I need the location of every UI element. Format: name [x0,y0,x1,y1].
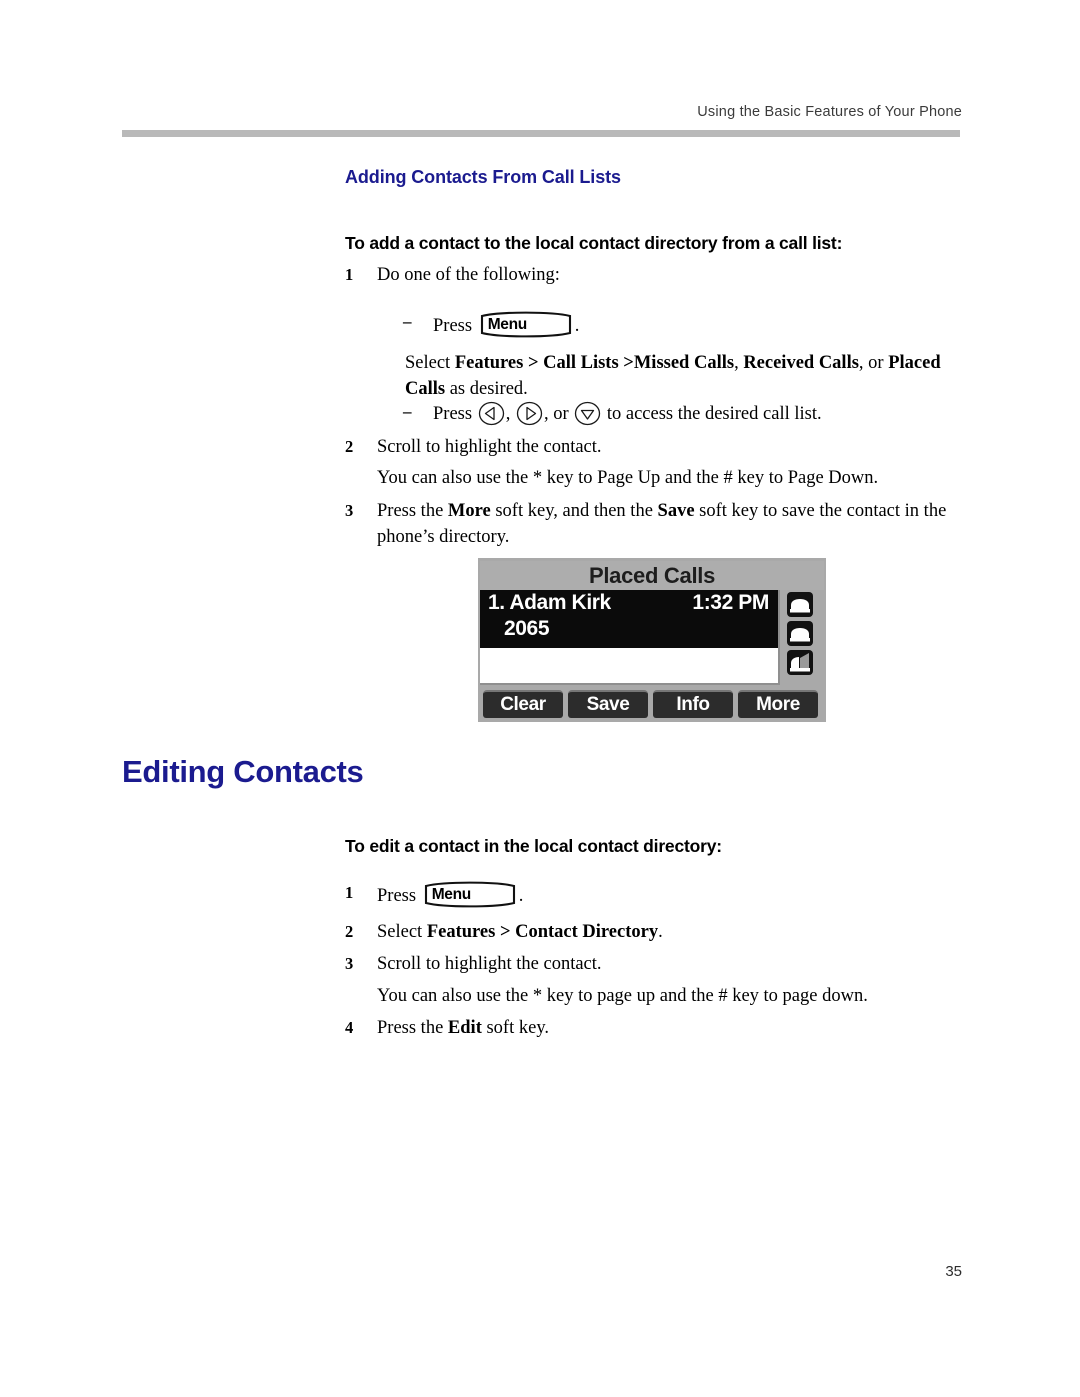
step-2-note: You can also use the * key to Page Up an… [377,468,879,488]
select-lead: Select [377,922,427,942]
call-entry-time: 1:32 PM [692,591,769,614]
step-text: Do one of the following: [377,265,560,285]
line-key-icon[interactable] [786,591,814,618]
menu-hard-key[interactable]: Menu [424,880,516,909]
line-key-column [783,590,823,686]
edit-step-2-select-contact-directory: 2 Select Features > Contact Directory. [345,919,955,945]
step-number: 3 [345,954,354,973]
step-number: 2 [345,922,354,941]
select-bold-2: Received Calls [743,353,859,373]
sentence-period: . [658,922,663,942]
running-header: Using the Basic Features of Your Phone [697,104,962,120]
section-heading-editing-contacts: Editing Contacts [122,754,364,789]
menu-hard-key[interactable]: Menu [480,310,572,339]
document-page: Using the Basic Features of Your Phone A… [0,0,1080,1397]
select-bold-1: Features > Call Lists >Missed Calls [454,353,735,373]
step-2-scroll-highlight: 2 Scroll to highlight the contact. [345,434,955,460]
press-label: Press [433,404,473,424]
call-list-selected-row[interactable]: 1. Adam Kirk 1:32 PM 2065 [480,590,778,648]
lcd-title-bar: Placed Calls [480,561,824,590]
step-number: 1 [345,883,354,902]
step-1-do-one-of-following: 1 Do one of the following: [345,262,955,288]
call-entry-name: 1. Adam Kirk [488,591,611,614]
step-number: 4 [345,1018,354,1037]
edit-step-1-press-menu: 1 Press Menu . [345,880,955,909]
menu-path-bold: Features > Contact Directory [426,922,659,942]
right-arrow-key[interactable] [516,400,543,427]
softkey-bar: Clear Save Info More [478,688,826,722]
press-label: Press [433,316,473,336]
select-sep-2: , or [858,353,889,373]
select-features-call-lists-text: Select Features > Call Lists >Missed Cal… [405,350,960,402]
menu-key-label: Menu [487,316,528,333]
step-number: 3 [345,501,354,520]
sentence-period: . [518,886,524,906]
bullet-press-arrow-keys: – Press , , or to access the desired cal… [403,400,963,427]
dash-marker: – [403,312,412,331]
arrow-comma-2: , or [543,404,569,424]
phone-lcd-figure: Placed Calls 1. Adam Kirk 1:32 PM 2065 C… [478,558,826,722]
arrow-comma-1: , [505,404,511,424]
arrow-tail-text: to access the desired call list. [606,404,822,424]
menu-key-label: Menu [431,886,472,903]
step-number: 2 [345,437,354,456]
lcd-call-list: 1. Adam Kirk 1:32 PM 2065 [480,590,780,685]
down-arrow-key[interactable] [574,400,601,427]
sentence-period: . [574,316,580,336]
step-number: 1 [345,265,354,284]
page-number: 35 [945,1263,962,1280]
softkey-clear[interactable]: Clear [483,690,563,718]
softkey-info[interactable]: Info [653,690,733,718]
dash-marker: – [403,402,412,421]
step-3-more-save-softkeys: 3 Press the More soft key, and then the … [345,498,960,550]
edit-step-3-note: You can also use the * key to page up an… [377,986,868,1006]
header-rule [122,130,960,137]
save-softkey-name: Save [657,501,695,521]
select-tail: as desired. [445,379,528,399]
left-arrow-key[interactable] [478,400,505,427]
step-3-mid: soft key, and then the [490,501,658,521]
bullet-press-menu-key: – Press Menu . [403,310,963,339]
procedure-title-add-contact: To add a contact to the local contact di… [345,233,843,253]
line-key-icon[interactable] [786,649,814,676]
press-label: Press [377,886,417,906]
edit-step-4-press-edit-softkey: 4 Press the Edit soft key. [345,1015,955,1041]
step-4-pre: Press the [377,1018,448,1038]
call-entry-number: 2065 [504,617,550,640]
line-key-icon[interactable] [786,620,814,647]
step-text: Scroll to highlight the contact. [377,954,602,974]
select-lead: Select [405,353,455,373]
step-text: Scroll to highlight the contact. [377,437,602,457]
step-3-pre: Press the [377,501,448,521]
procedure-title-edit-contact: To edit a contact in the local contact d… [345,836,722,856]
section-heading-adding-contacts: Adding Contacts From Call Lists [345,167,621,187]
edit-softkey-name: Edit [447,1018,482,1038]
select-sep-1: , [734,353,744,373]
more-softkey-name: More [447,501,491,521]
softkey-more[interactable]: More [738,690,818,718]
edit-step-3-scroll-highlight: 3 Scroll to highlight the contact. [345,951,955,977]
step-4-post: soft key. [481,1018,549,1038]
softkey-save[interactable]: Save [568,690,648,718]
